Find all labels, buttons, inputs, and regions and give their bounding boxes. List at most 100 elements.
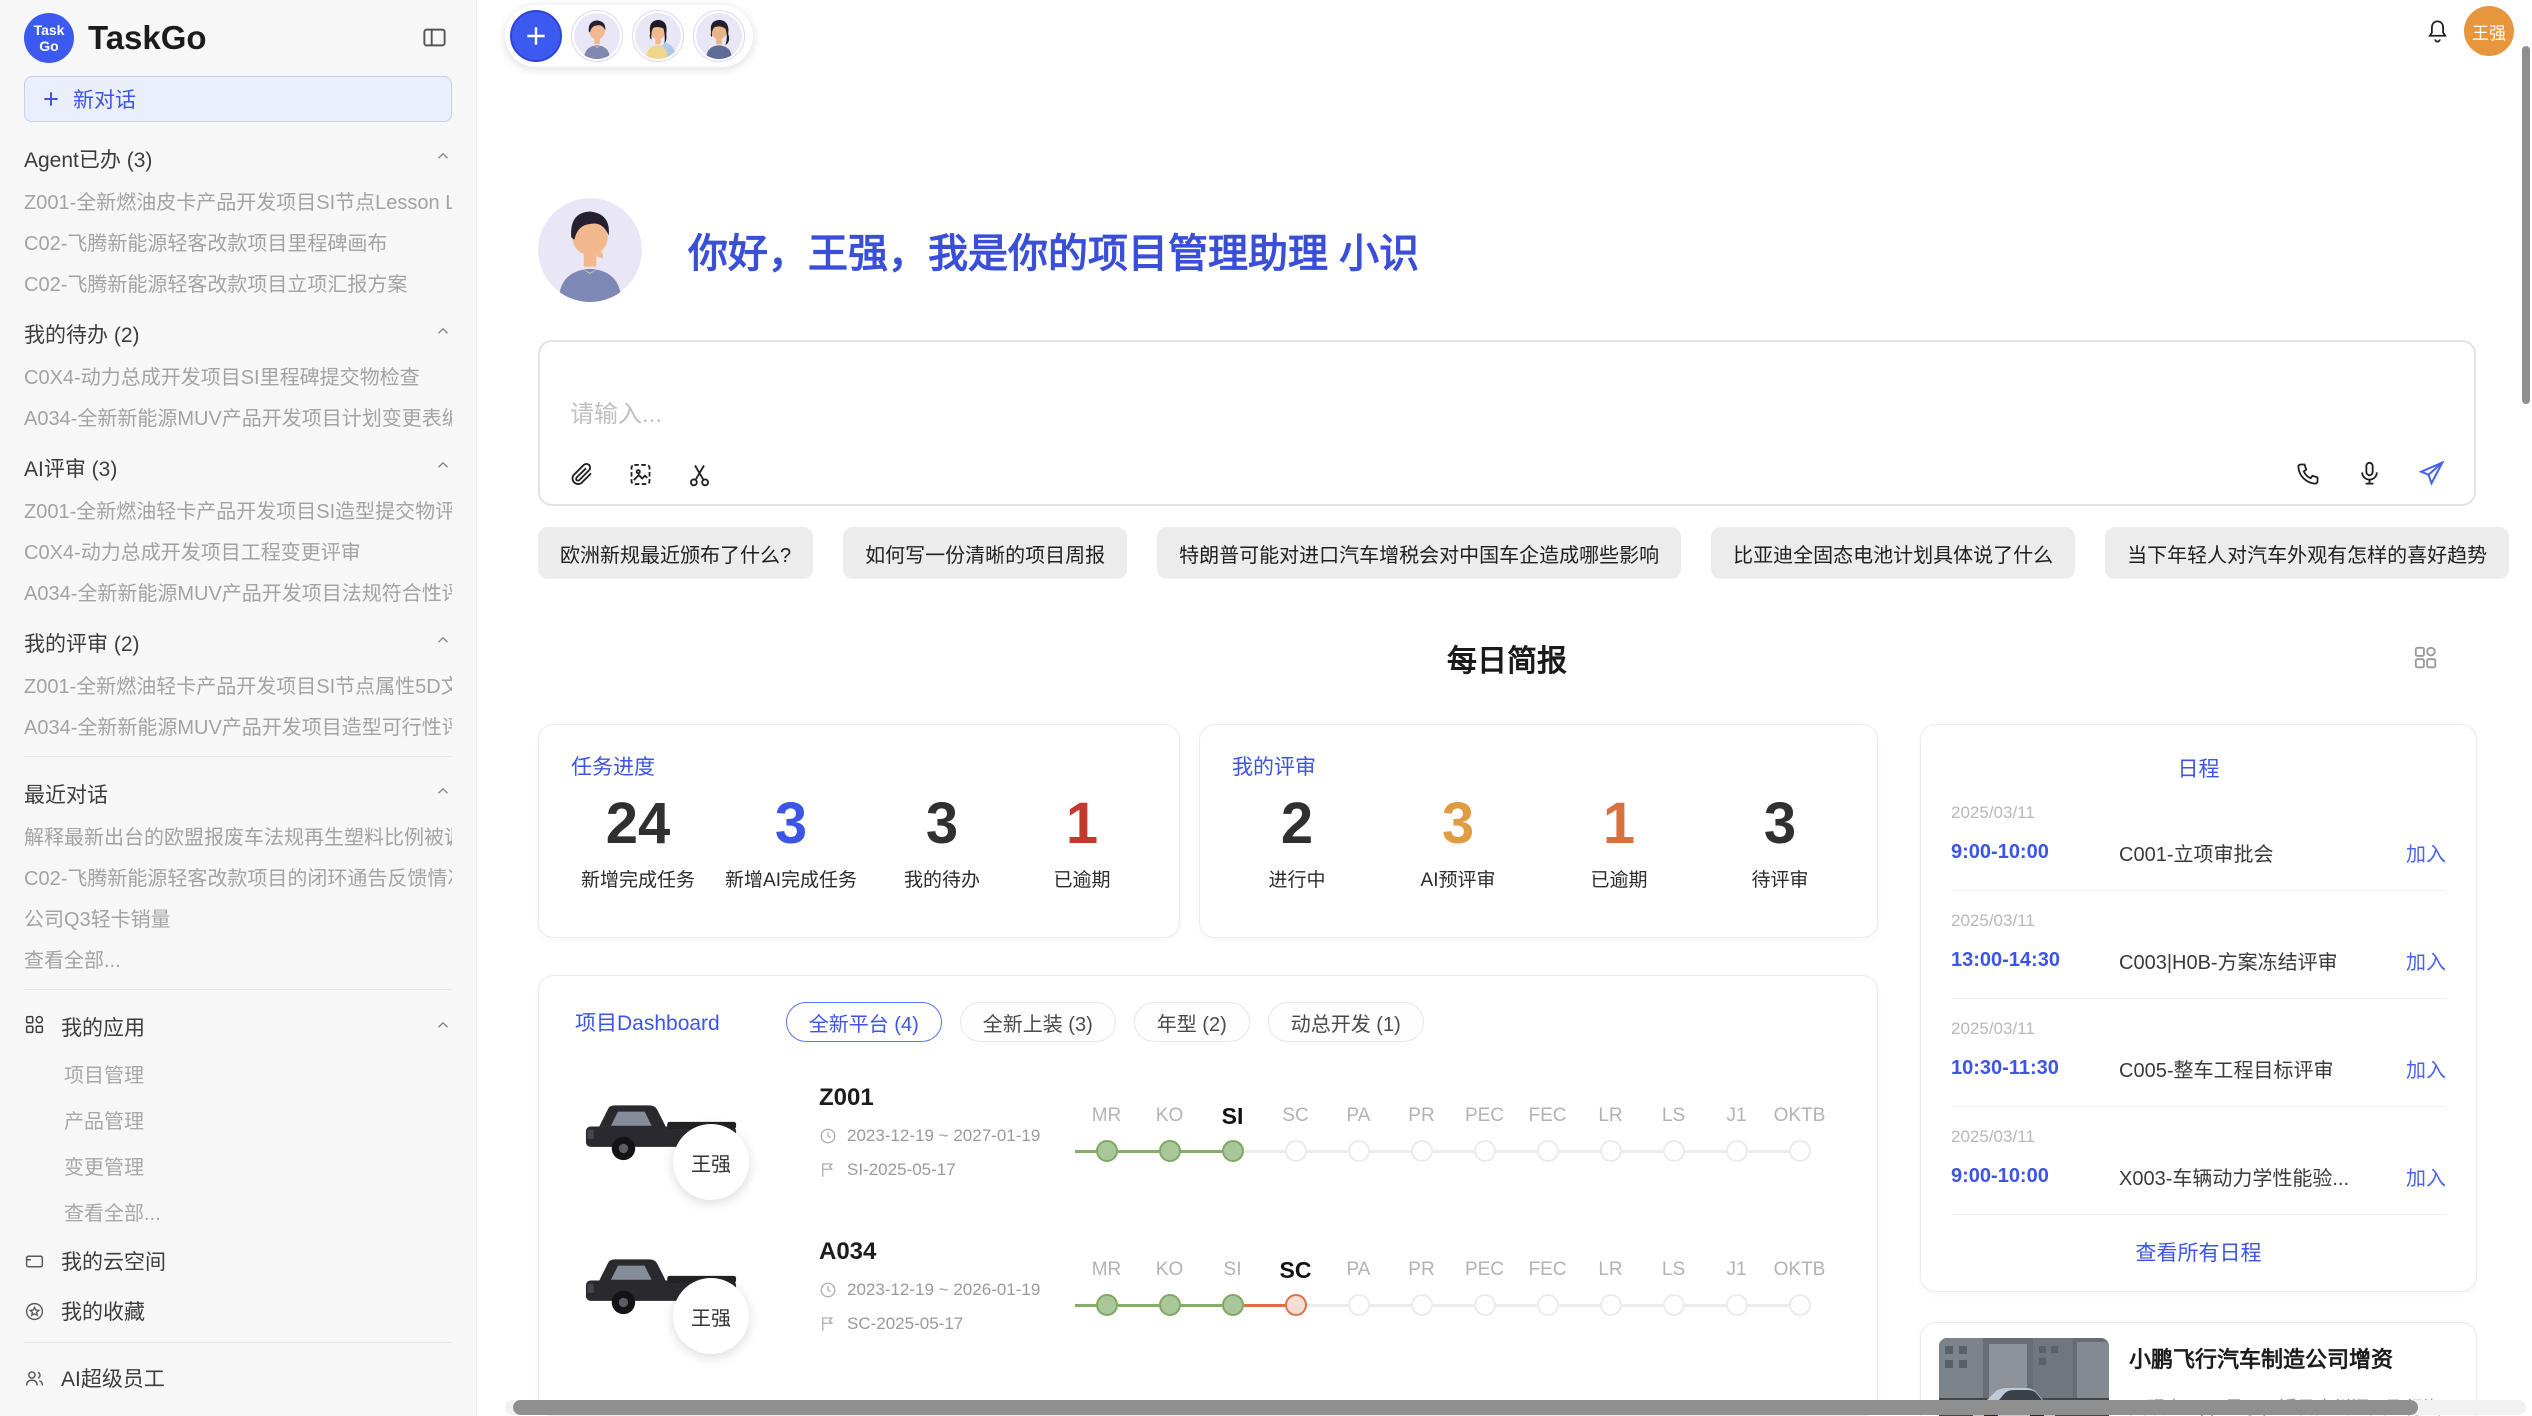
image-icon[interactable] — [627, 461, 654, 488]
news-title: 小鹏飞行汽车制造公司增资 — [2129, 1342, 2458, 1374]
dashboard-tabs: 全新平台 (4) 全新上装 (3) 年型 (2) 动总开发 (1) — [786, 1002, 1424, 1042]
join-link[interactable]: 加入 — [2406, 1162, 2446, 1191]
schedule-date: 2025/03/11 — [1951, 1127, 2446, 1147]
sidebar: Task Go TaskGo 新对话 Agent已办 (3) Z001-全新燃油… — [0, 0, 477, 1416]
milestone-mr: MR — [1075, 1101, 1138, 1163]
list-item[interactable]: C02-飞腾新能源轻客改款项目立项汇报方案 — [24, 273, 452, 297]
list-item[interactable]: Z001-全新燃油轻卡产品开发项目SI节点属性5D文件评审 — [24, 675, 452, 699]
milestone-j1: J1 — [1705, 1255, 1768, 1317]
sidebar-item-product-mgmt[interactable]: 产品管理 — [64, 1105, 452, 1134]
milestone-ls: LS — [1642, 1101, 1705, 1163]
milestone-pec: PEC — [1453, 1255, 1516, 1317]
view-all-chats[interactable]: 查看全部... — [24, 949, 452, 973]
milestone-ko: KO — [1138, 1255, 1201, 1317]
tab-new-platform[interactable]: 全新平台 (4) — [786, 1002, 942, 1042]
view-all-schedule-link[interactable]: 查看所有日程 — [1951, 1237, 2446, 1267]
new-chat-label: 新对话 — [73, 84, 136, 114]
scissors-icon[interactable] — [686, 461, 713, 488]
sidebar-item-favorites[interactable]: 我的收藏 — [24, 1296, 452, 1326]
milestone-fec: FEC — [1516, 1255, 1579, 1317]
list-item[interactable]: Z001-全新燃油皮卡产品开发项目SI节点Lesson Learn报告 — [24, 191, 452, 215]
agent-avatar-2[interactable] — [632, 10, 684, 62]
app-title: TaskGo — [88, 19, 207, 57]
user-avatar[interactable]: 王强 — [2464, 6, 2514, 56]
milestone-timeline: MRKOSISCPAPRPECFECLRLSJ1OKTB — [1075, 1101, 1831, 1163]
tab-powertrain[interactable]: 动总开发 (1) — [1268, 1002, 1424, 1042]
people-icon — [24, 1368, 45, 1389]
tab-year-model[interactable]: 年型 (2) — [1134, 1002, 1250, 1042]
sidebar-item-project-mgmt[interactable]: 项目管理 — [64, 1059, 452, 1088]
suggestion-chip[interactable]: 当下年轻人对汽车外观有怎样的喜好趋势 — [2105, 527, 2509, 579]
chevron-up-icon[interactable] — [434, 782, 452, 806]
assistant-avatar — [538, 198, 642, 302]
section-ai-review[interactable]: AI评审 (3) — [24, 453, 452, 483]
agent-avatar-3[interactable] — [693, 10, 745, 62]
microphone-icon[interactable] — [2356, 460, 2383, 487]
section-my-todo[interactable]: 我的待办 (2) — [24, 319, 452, 349]
list-item[interactable]: A034-全新新能源MUV产品开发项目造型可行性评审 — [24, 716, 452, 740]
sidebar-item-my-apps[interactable]: 我的应用 — [24, 1012, 452, 1042]
layout-grid-icon[interactable] — [2412, 644, 2438, 675]
attachment-icon[interactable] — [568, 461, 595, 488]
list-item[interactable]: 公司Q3轻卡销量 — [24, 908, 452, 932]
sidebar-item-change-mgmt[interactable]: 变更管理 — [64, 1151, 452, 1180]
chevron-up-icon[interactable] — [434, 1016, 452, 1039]
milestone-ko: KO — [1138, 1101, 1201, 1163]
schedule-date: 2025/03/11 — [1951, 1019, 2446, 1039]
list-item[interactable]: A034-全新新能源MUV产品开发项目法规符合性评审 — [24, 582, 452, 606]
suggestion-chip[interactable]: 如何写一份清晰的项目周报 — [843, 527, 1127, 579]
milestone-pa: PA — [1327, 1255, 1390, 1317]
chevron-up-icon[interactable] — [434, 631, 452, 655]
list-item[interactable]: C0X4-动力总成开发项目工程变更评审 — [24, 541, 452, 565]
phone-call-icon[interactable] — [2295, 460, 2322, 487]
send-icon[interactable] — [2417, 459, 2446, 488]
list-item[interactable]: C0X4-动力总成开发项目SI里程碑提交物检查 — [24, 366, 452, 390]
project-row-z001[interactable]: 王强 Z001 2023-12-19 ~ 2027-01-19 SI-2025-… — [575, 1068, 1841, 1196]
sidebar-item-cloud-space[interactable]: 我的云空间 — [24, 1246, 452, 1276]
section-agent-done[interactable]: Agent已办 (3) — [24, 144, 452, 174]
join-link[interactable]: 加入 — [2406, 838, 2446, 867]
section-my-review[interactable]: 我的评审 (2) — [24, 628, 452, 658]
project-vehicle-image: 王强 — [575, 1240, 747, 1332]
new-chat-button[interactable]: 新对话 — [24, 76, 452, 122]
horizontal-scrollbar[interactable] — [513, 1400, 2418, 1415]
app-logo: Task Go — [24, 13, 74, 63]
schedule-time: 9:00-10:00 — [1951, 841, 2119, 864]
list-item[interactable]: A034-全新新能源MUV产品开发项目计划变更表编写 — [24, 407, 452, 431]
sidebar-collapse-icon[interactable] — [421, 24, 448, 56]
project-date-range: 2023-12-19 ~ 2026-01-19 — [847, 1280, 1040, 1300]
milestone-oktb: OKTB — [1768, 1255, 1831, 1317]
suggestion-chip[interactable]: 比亚迪全固态电池计划具体说了什么 — [1711, 527, 2075, 579]
schedule-event-title: X003-车辆动力学性能验... — [2119, 1162, 2406, 1191]
list-item[interactable]: C02-飞腾新能源轻客改款项目里程碑画布 — [24, 232, 452, 256]
schedule-item: 2025/03/11 10:30-11:30 C005-整车工程目标评审 加入 — [1951, 999, 2446, 1107]
suggestion-chip[interactable]: 特朗普可能对进口汽车增税会对中国车企造成哪些影响 — [1157, 527, 1681, 579]
sidebar-item-ai-staff[interactable]: AI超级员工 — [24, 1363, 452, 1393]
view-all-apps[interactable]: 查看全部... — [64, 1197, 452, 1226]
milestone-j1: J1 — [1705, 1101, 1768, 1163]
vertical-scrollbar[interactable] — [2522, 46, 2530, 404]
add-agent-button[interactable] — [510, 10, 562, 62]
project-code: A034 — [819, 1238, 1075, 1266]
list-item[interactable]: C02-飞腾新能源轻客改款项目的闭环通告反馈情况 — [24, 867, 452, 891]
schedule-item: 2025/03/11 9:00-10:00 C001-立项审批会 加入 — [1951, 783, 2446, 891]
project-row-a034[interactable]: 王强 A034 2023-12-19 ~ 2026-01-19 SC-2025-… — [575, 1222, 1841, 1350]
card-title: 我的评审 — [1232, 751, 1845, 781]
suggestion-chip[interactable]: 欧洲新规最近颁布了什么? — [538, 527, 813, 579]
chat-composer[interactable]: 请输入... — [538, 340, 2476, 506]
section-recent-chats[interactable]: 最近对话 — [24, 779, 452, 809]
tab-new-body[interactable]: 全新上装 (3) — [960, 1002, 1116, 1042]
join-link[interactable]: 加入 — [2406, 1054, 2446, 1083]
assistant-greeting-block: 你好，王强，我是你的项目管理助理 小识 — [538, 198, 1419, 302]
agent-avatar-1[interactable] — [571, 10, 623, 62]
notification-bell-icon[interactable] — [2424, 18, 2451, 50]
chevron-up-icon[interactable] — [434, 322, 452, 346]
list-item[interactable]: Z001-全新燃油轻卡产品开发项目SI造型提交物评审 — [24, 500, 452, 524]
chevron-up-icon[interactable] — [434, 456, 452, 480]
agent-switcher-pill — [505, 5, 753, 67]
join-link[interactable]: 加入 — [2406, 946, 2446, 975]
milestone-pr: PR — [1390, 1255, 1453, 1317]
list-item[interactable]: 解释最新出台的欧盟报废车法规再生塑料比例被调至15%... — [24, 826, 452, 850]
milestone-timeline: MRKOSISCPAPRPECFECLRLSJ1OKTB — [1075, 1255, 1831, 1317]
chevron-up-icon[interactable] — [434, 147, 452, 171]
